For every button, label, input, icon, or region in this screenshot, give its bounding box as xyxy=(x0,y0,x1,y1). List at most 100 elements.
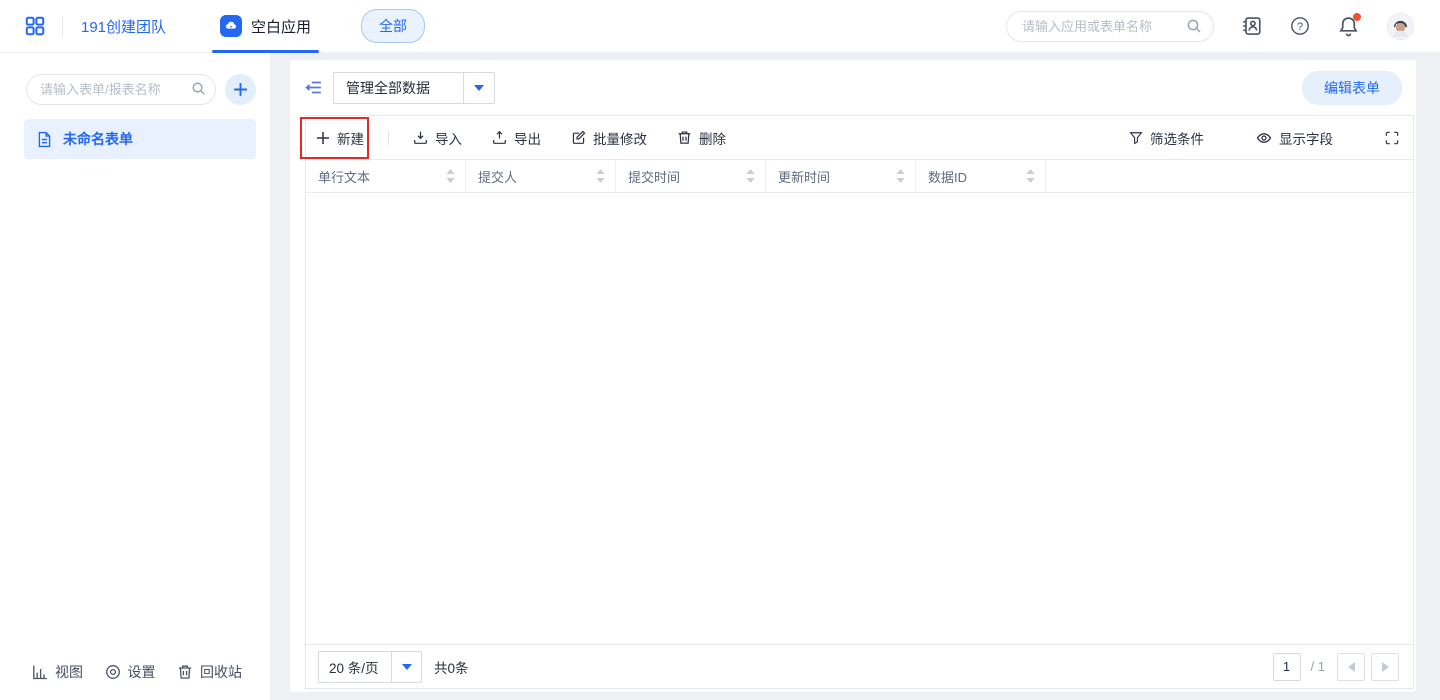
trash-icon xyxy=(677,130,692,145)
sort-icon[interactable] xyxy=(1026,169,1035,183)
chevron-down-icon xyxy=(474,85,484,91)
scope-all-pill[interactable]: 全部 xyxy=(361,9,425,43)
column-label: 数据ID xyxy=(928,167,967,186)
new-record-button[interactable]: 新建 xyxy=(316,128,364,148)
sidebar: 未命名表单 视图 设置 回收站 xyxy=(0,53,270,700)
add-form-button[interactable] xyxy=(225,74,256,105)
export-icon xyxy=(492,130,507,145)
batch-edit-label: 批量修改 xyxy=(593,128,647,148)
column-header[interactable]: 更新时间 xyxy=(766,160,916,192)
gear-icon xyxy=(105,664,121,680)
form-search xyxy=(26,74,216,105)
sort-icon[interactable] xyxy=(596,169,605,183)
chevron-left-icon xyxy=(1348,662,1355,672)
collapse-sidebar-icon[interactable] xyxy=(298,72,329,103)
column-label: 提交时间 xyxy=(628,167,680,186)
header-actions: ? xyxy=(1006,11,1440,42)
fullscreen-icon[interactable] xyxy=(1385,131,1399,145)
column-header[interactable]: 提交时间 xyxy=(616,160,766,192)
trash-icon xyxy=(177,664,193,680)
column-header[interactable]: 单行文本 xyxy=(306,160,466,192)
table-header-row: 单行文本 提交人 提交时间 更新时间 xyxy=(306,160,1413,193)
data-scope-select[interactable]: 管理全部数据 xyxy=(333,72,495,104)
column-label: 提交人 xyxy=(478,167,517,186)
search-icon[interactable] xyxy=(191,81,206,96)
sidebar-item-form[interactable]: 未命名表单 xyxy=(24,119,256,159)
next-page-button[interactable] xyxy=(1371,653,1399,681)
delete-button[interactable]: 删除 xyxy=(677,128,726,148)
column-label: 单行文本 xyxy=(318,167,370,186)
total-count: 共0条 xyxy=(434,657,469,677)
new-record-label: 新建 xyxy=(337,128,364,148)
import-button[interactable]: 导入 xyxy=(413,128,462,148)
team-name-link[interactable]: 191创建团队 xyxy=(81,16,166,37)
form-list: 未命名表单 xyxy=(0,105,270,159)
filter-label: 筛选条件 xyxy=(1150,128,1204,148)
sort-icon[interactable] xyxy=(896,169,905,183)
data-scope-value: 管理全部数据 xyxy=(333,72,464,104)
workbench-grid-icon[interactable] xyxy=(24,15,46,37)
column-header-empty xyxy=(1046,160,1413,192)
sort-icon[interactable] xyxy=(446,169,455,183)
header-divider xyxy=(62,16,63,36)
plus-icon xyxy=(316,131,330,145)
table-body-empty xyxy=(306,193,1413,644)
main-panel: 管理全部数据 编辑表单 新建 导入 xyxy=(290,60,1416,692)
views-label: 视图 xyxy=(55,662,83,682)
toolbar-divider xyxy=(388,130,389,145)
edit-icon xyxy=(571,130,586,145)
recycle-bin-button[interactable]: 回收站 xyxy=(177,662,242,682)
recycle-bin-label: 回收站 xyxy=(200,662,242,682)
global-search xyxy=(1006,11,1214,42)
search-icon[interactable] xyxy=(1186,18,1202,34)
page-size-caret[interactable] xyxy=(392,651,422,683)
page-count-label: / 1 xyxy=(1311,659,1325,674)
chevron-right-icon xyxy=(1382,662,1389,672)
toolbar: 新建 导入 导出 xyxy=(306,116,1413,160)
form-item-label: 未命名表单 xyxy=(63,129,133,149)
sidebar-footer: 视图 设置 回收站 xyxy=(0,652,270,700)
column-header[interactable]: 数据ID xyxy=(916,160,1046,192)
panel-header: 管理全部数据 编辑表单 xyxy=(290,60,1416,115)
pagination-bar: 20 条/页 共0条 / 1 xyxy=(306,644,1413,688)
funnel-icon xyxy=(1129,131,1143,145)
notification-dot xyxy=(1353,13,1361,21)
sort-icon[interactable] xyxy=(746,169,755,183)
filter-button[interactable]: 筛选条件 xyxy=(1129,128,1204,148)
views-button[interactable]: 视图 xyxy=(32,662,83,682)
page-number-input[interactable] xyxy=(1273,653,1301,681)
column-label: 更新时间 xyxy=(778,167,830,186)
tab-current-app[interactable]: 空白应用 xyxy=(216,0,315,53)
pager-controls: / 1 xyxy=(1273,653,1399,681)
app-tab-label: 空白应用 xyxy=(251,16,311,37)
data-table-container: 新建 导入 导出 xyxy=(305,115,1414,689)
prev-page-button[interactable] xyxy=(1337,653,1365,681)
delete-label: 删除 xyxy=(699,128,726,148)
page-size-value: 20 条/页 xyxy=(318,651,392,683)
import-label: 导入 xyxy=(435,128,462,148)
svg-text:?: ? xyxy=(1297,21,1303,33)
top-header: 191创建团队 空白应用 全部 xyxy=(0,0,1440,53)
data-scope-caret[interactable] xyxy=(464,72,495,104)
toolbar-right: 筛选条件 显示字段 xyxy=(1129,128,1413,148)
app-logo-icon xyxy=(220,15,242,37)
chevron-down-icon xyxy=(402,664,412,670)
settings-label: 设置 xyxy=(128,662,156,682)
batch-edit-button[interactable]: 批量修改 xyxy=(571,128,647,148)
column-header[interactable]: 提交人 xyxy=(466,160,616,192)
export-button[interactable]: 导出 xyxy=(492,128,541,148)
show-fields-label: 显示字段 xyxy=(1279,128,1333,148)
settings-button[interactable]: 设置 xyxy=(105,662,156,682)
notification-bell-icon[interactable] xyxy=(1338,16,1359,37)
import-icon xyxy=(413,130,428,145)
contacts-icon[interactable] xyxy=(1242,16,1262,36)
show-fields-button[interactable]: 显示字段 xyxy=(1256,128,1333,148)
help-icon[interactable]: ? xyxy=(1290,16,1310,36)
form-doc-icon xyxy=(36,131,53,148)
user-avatar[interactable] xyxy=(1387,13,1414,40)
edit-form-button[interactable]: 编辑表单 xyxy=(1302,71,1402,105)
page-size-select[interactable]: 20 条/页 xyxy=(318,651,422,683)
global-search-input[interactable] xyxy=(1006,11,1214,42)
form-search-input[interactable] xyxy=(26,74,216,105)
bar-chart-icon xyxy=(32,664,48,680)
